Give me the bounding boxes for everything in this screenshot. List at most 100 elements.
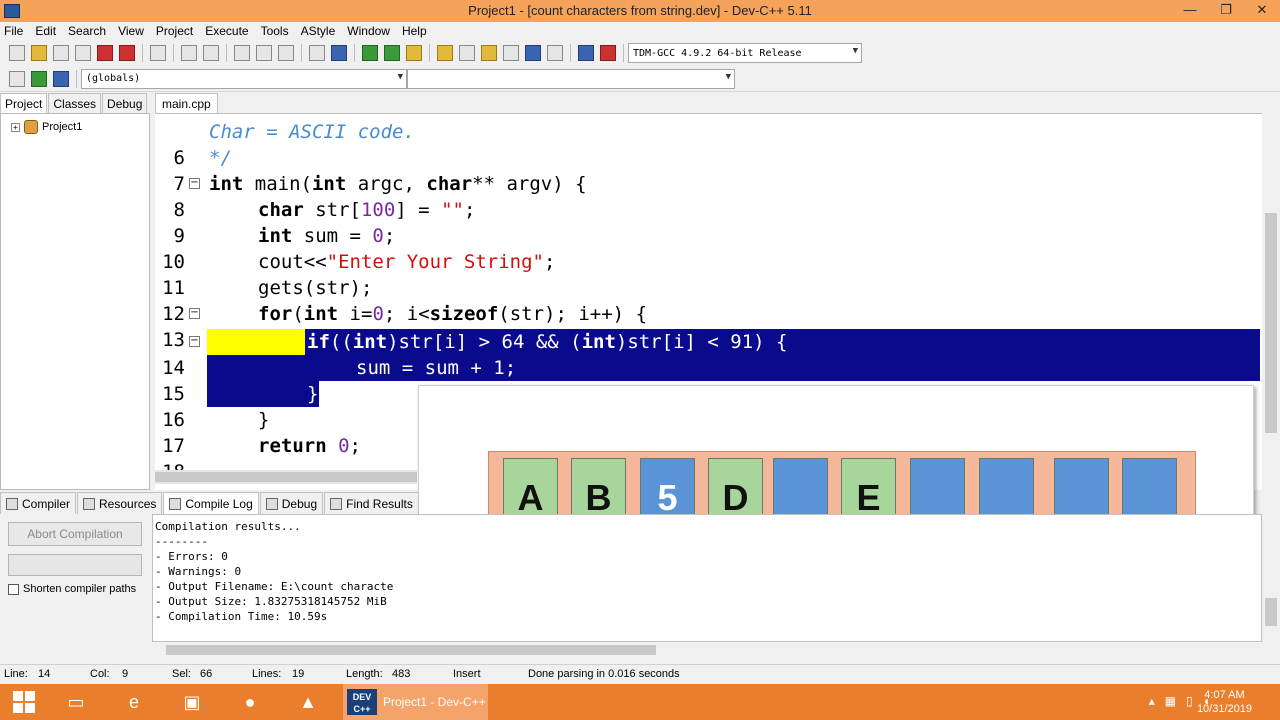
- minimize-button[interactable]: —: [1172, 0, 1208, 22]
- find-next-icon[interactable]: [278, 45, 294, 61]
- goto-declaration-icon[interactable]: [9, 70, 25, 87]
- tab-classes[interactable]: Classes: [48, 93, 102, 113]
- scope-select-value: (globals): [86, 73, 141, 84]
- toolbar-separator: [354, 44, 355, 62]
- code-text: }: [258, 409, 270, 431]
- taskbar-clock[interactable]: 4:07 AM 10/31/2019: [1197, 688, 1252, 716]
- redo-icon[interactable]: [203, 45, 219, 61]
- bookmark-icon[interactable]: [53, 70, 69, 87]
- undo-icon[interactable]: [181, 45, 197, 61]
- menu-search[interactable]: Search: [68, 24, 106, 38]
- tab-resources[interactable]: Resources: [77, 492, 163, 514]
- chevron-down-icon: ▼: [725, 71, 731, 82]
- expand-icon[interactable]: +: [11, 122, 20, 132]
- unindent-icon[interactable]: [331, 45, 347, 61]
- menu-project[interactable]: Project: [156, 24, 193, 38]
- menu-file[interactable]: File: [4, 24, 23, 38]
- print-icon[interactable]: [150, 45, 166, 61]
- file-explorer-icon[interactable]: ▭: [56, 688, 96, 716]
- internet-explorer-icon[interactable]: e: [114, 688, 154, 716]
- project-options-icon[interactable]: [406, 45, 422, 61]
- tree-item-project1[interactable]: + Project1: [11, 120, 82, 134]
- menu-tools[interactable]: Tools: [261, 24, 289, 38]
- compiler-select[interactable]: TDM-GCC 4.9.2 64-bit Release ▼: [628, 43, 862, 63]
- fold-minus-icon[interactable]: −: [189, 178, 200, 189]
- network-icon[interactable]: ▦: [1165, 694, 1176, 708]
- find-icon[interactable]: [234, 45, 250, 61]
- tab-debug-bottom[interactable]: Debug: [259, 492, 324, 514]
- code-text: */: [209, 147, 232, 169]
- taskbar-devcpp-button[interactable]: DEV C++ Project1 - Dev-C++: [343, 684, 488, 720]
- scrollbar-thumb[interactable]: [1265, 213, 1277, 433]
- toolbar-separator: [570, 44, 571, 62]
- tab-debug[interactable]: Debug: [102, 93, 148, 113]
- open-file-icon[interactable]: [31, 45, 47, 61]
- log-horizontal-scrollbar[interactable]: [152, 642, 1262, 658]
- rebuild-all-icon[interactable]: [503, 45, 519, 61]
- firefox-icon[interactable]: ●: [230, 688, 270, 716]
- status-col-value: 9: [122, 668, 129, 680]
- tab-project[interactable]: Project: [0, 93, 48, 113]
- code-text: int main(int argc, char** argv) {: [209, 173, 587, 195]
- code-text: sum = sum + 1;: [356, 357, 517, 379]
- toolbar-separator: [76, 69, 77, 88]
- code-text: return 0;: [258, 435, 361, 457]
- maximize-button[interactable]: ❐: [1208, 0, 1244, 22]
- tab-main-cpp[interactable]: main.cpp: [155, 93, 218, 113]
- new-file-icon[interactable]: [9, 45, 25, 61]
- chart-icon[interactable]: [578, 45, 594, 61]
- fold-minus-icon[interactable]: −: [189, 308, 200, 319]
- compile-log-output[interactable]: Compilation results... -------- - Errors…: [152, 514, 1262, 642]
- code-line: 9 char str[100] = "";: [155, 197, 1260, 247]
- save-all-icon[interactable]: [75, 45, 91, 61]
- shorten-paths-checkbox[interactable]: [8, 583, 19, 595]
- member-select[interactable]: ▼: [407, 68, 735, 89]
- menu-help[interactable]: Help: [402, 24, 427, 38]
- scope-select[interactable]: (globals) ▼: [81, 68, 407, 89]
- abort-compilation-button[interactable]: Abort Compilation: [8, 522, 142, 546]
- toolbar-separator: [173, 44, 174, 62]
- close-button[interactable]: ✕: [1244, 0, 1280, 22]
- goto-definition-icon[interactable]: [31, 70, 47, 87]
- title-bar: Project1 - [count characters from string…: [0, 0, 1280, 22]
- log-vertical-scrollbar[interactable]: [1262, 514, 1280, 642]
- tab-find-results[interactable]: Find Results: [324, 492, 419, 514]
- toolbar-separator: [623, 44, 624, 62]
- menu-window[interactable]: Window: [347, 24, 390, 38]
- replace-icon[interactable]: [256, 45, 272, 61]
- grid-icon: [6, 497, 18, 510]
- tab-compiler[interactable]: Compiler: [0, 492, 77, 514]
- store-icon[interactable]: ▣: [172, 688, 212, 716]
- stop-execution-icon[interactable]: [547, 45, 563, 61]
- indent-icon[interactable]: [309, 45, 325, 61]
- status-length-value: 483: [392, 668, 411, 680]
- show-hidden-icons-icon[interactable]: ▴: [1149, 694, 1155, 708]
- tab-compile-log[interactable]: Compile Log: [163, 492, 259, 514]
- close-file-icon[interactable]: [97, 45, 113, 61]
- syntax-check-icon[interactable]: [525, 45, 541, 61]
- remove-from-project-icon[interactable]: [384, 45, 400, 61]
- scrollbar-thumb[interactable]: [155, 472, 417, 482]
- menu-edit[interactable]: Edit: [35, 24, 56, 38]
- shorten-paths-option[interactable]: Shorten compiler paths: [8, 583, 136, 595]
- fold-minus-icon[interactable]: −: [189, 336, 200, 347]
- vlc-icon[interactable]: ▲: [288, 688, 328, 716]
- editor-horizontal-scrollbar[interactable]: [155, 470, 417, 484]
- save-icon[interactable]: [53, 45, 69, 61]
- windows-taskbar: ▭ e ▣ ● ▲ DEV C++ Project1 - Dev-C++ ▴ ▦…: [0, 684, 1280, 720]
- profile-icon[interactable]: [600, 45, 616, 61]
- close-all-icon[interactable]: [119, 45, 135, 61]
- start-button[interactable]: [4, 688, 44, 716]
- compile-run-icon[interactable]: [481, 45, 497, 61]
- add-to-project-icon[interactable]: [362, 45, 378, 61]
- scrollbar-thumb[interactable]: [1265, 598, 1277, 626]
- battery-icon[interactable]: ▯: [1186, 694, 1193, 708]
- compile-icon[interactable]: [437, 45, 453, 61]
- run-icon[interactable]: [459, 45, 475, 61]
- menu-execute[interactable]: Execute: [205, 24, 248, 38]
- editor-vertical-scrollbar[interactable]: [1262, 113, 1280, 490]
- scrollbar-thumb[interactable]: [166, 645, 656, 655]
- menu-view[interactable]: View: [118, 24, 144, 38]
- menu-astyle[interactable]: AStyle: [301, 24, 336, 38]
- code-line: 12 gets(str);: [155, 275, 1260, 325]
